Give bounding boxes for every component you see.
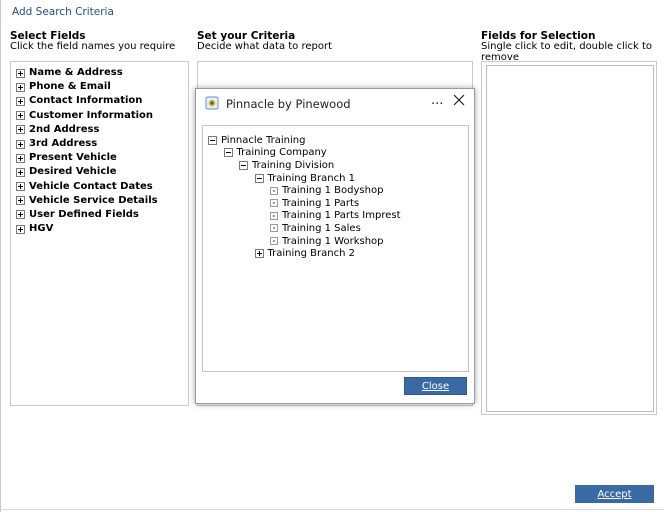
field-label: Phone & Email xyxy=(29,81,111,93)
field-item[interactable]: 3rd Address xyxy=(16,137,158,151)
tree-node-label: Pinnacle Training xyxy=(221,134,306,146)
field-label: Name & Address xyxy=(29,67,123,78)
expand-icon[interactable] xyxy=(16,82,25,92)
expand-icon[interactable] xyxy=(16,210,25,220)
field-item[interactable]: Contact Information xyxy=(16,94,158,108)
field-label: User Defined Fields xyxy=(29,208,139,220)
tree-node[interactable]: Training Division xyxy=(239,159,334,172)
leaf-icon xyxy=(270,211,278,220)
field-item[interactable]: Vehicle Contact Dates xyxy=(16,180,158,194)
field-label: Desired Vehicle xyxy=(29,166,117,178)
field-label: Present Vehicle xyxy=(29,152,117,164)
tree-node[interactable]: Training 1 Parts Imprest xyxy=(270,210,401,223)
tree-node-label: Training 1 Workshop xyxy=(282,235,384,247)
select-fields-subtitle: Click the field names you require xyxy=(10,41,176,52)
organisation-tree: Pinnacle Training Training Company Trainin… xyxy=(202,125,469,372)
leaf-icon xyxy=(270,199,278,208)
select-fields-panel: Name & Address Phone & Email Contact Infor… xyxy=(10,61,189,406)
field-label: Contact Information xyxy=(29,95,143,107)
field-item[interactable]: User Defined Fields xyxy=(16,208,158,222)
collapse-icon[interactable] xyxy=(208,135,217,145)
expand-icon[interactable] xyxy=(16,224,25,234)
window-bottom-edge xyxy=(0,509,664,510)
field-item[interactable]: Vehicle Service Details xyxy=(16,194,158,208)
expand-icon[interactable] xyxy=(16,125,25,135)
field-item[interactable]: Name & Address xyxy=(16,66,158,80)
more-options-button[interactable]: ... xyxy=(431,93,443,108)
field-item[interactable]: Present Vehicle xyxy=(16,151,158,165)
fields-for-selection-subtitle: Single click to edit, double click to re… xyxy=(481,41,653,63)
field-label: 2nd Address xyxy=(29,123,100,135)
add-search-criteria-link[interactable]: Add Search Criteria xyxy=(12,6,114,18)
expand-icon[interactable] xyxy=(16,196,25,206)
accept-button[interactable]: Accept xyxy=(575,485,654,503)
tree-node-label: Training 1 Sales xyxy=(282,222,361,234)
selected-fields-list[interactable] xyxy=(486,65,654,412)
set-criteria-subtitle: Decide what data to report xyxy=(197,41,333,52)
tree-node[interactable]: Training 1 Parts xyxy=(270,197,359,210)
expand-icon[interactable] xyxy=(254,249,264,259)
close-icon[interactable] xyxy=(452,93,466,107)
field-label: Vehicle Contact Dates xyxy=(29,180,153,192)
tree-node-label: Training Branch 1 xyxy=(267,172,355,184)
tree-node[interactable]: Training 1 Workshop xyxy=(270,235,384,248)
expand-icon[interactable] xyxy=(16,153,25,163)
expand-icon[interactable] xyxy=(16,68,25,78)
app-icon xyxy=(205,96,219,110)
field-list: Name & Address Phone & Email Contact Infor… xyxy=(16,66,158,236)
field-item[interactable]: Phone & Email xyxy=(16,80,158,94)
tree-node-label: Training 1 Parts Imprest xyxy=(282,210,401,222)
tree-node[interactable]: Training Branch 1 xyxy=(254,172,355,185)
collapse-icon[interactable] xyxy=(239,160,248,170)
field-item[interactable]: HGV xyxy=(16,222,158,236)
field-label: Customer Information xyxy=(29,109,154,121)
dialog-footer-divider xyxy=(202,371,469,372)
tree-node[interactable]: Training 1 Bodyshop xyxy=(270,184,383,197)
leaf-icon xyxy=(270,237,278,246)
tree-node[interactable]: Pinnacle Training xyxy=(208,134,305,147)
field-label: 3rd Address xyxy=(29,137,98,149)
field-item[interactable]: 2nd Address xyxy=(16,123,158,137)
close-button[interactable]: Close xyxy=(404,377,467,395)
expand-icon[interactable] xyxy=(16,139,25,149)
expand-icon[interactable] xyxy=(16,182,25,192)
dialog-title: Pinnacle by Pinewood xyxy=(226,97,351,111)
tree-node[interactable]: Training Branch 2 xyxy=(254,247,355,260)
expand-icon[interactable] xyxy=(16,96,25,106)
tree-node[interactable]: Training 1 Sales xyxy=(270,222,361,235)
collapse-icon[interactable] xyxy=(223,148,233,158)
expand-icon[interactable] xyxy=(16,167,25,177)
fields-for-selection-panel xyxy=(481,61,657,415)
organisation-dialog: Pinnacle by Pinewood ... Pinnacle Traini… xyxy=(195,88,475,404)
expand-icon[interactable] xyxy=(16,111,25,121)
field-item[interactable]: Customer Information xyxy=(16,109,158,123)
tree-node-label: Training Division xyxy=(252,159,335,171)
collapse-icon[interactable] xyxy=(254,173,264,183)
field-label: Vehicle Service Details xyxy=(29,194,158,206)
window-left-edge xyxy=(0,0,1,512)
tree-node-label: Training 1 Parts xyxy=(282,197,360,209)
field-label: HGV xyxy=(29,223,54,235)
tree-node-label: Training Branch 2 xyxy=(267,248,355,260)
field-item[interactable]: Desired Vehicle xyxy=(16,165,158,179)
leaf-icon xyxy=(270,224,278,233)
tree-node[interactable]: Training Company xyxy=(223,147,327,160)
tree-node-label: Training 1 Bodyshop xyxy=(282,185,384,197)
leaf-icon xyxy=(270,186,278,195)
tree-node-label: Training Company xyxy=(236,147,327,159)
